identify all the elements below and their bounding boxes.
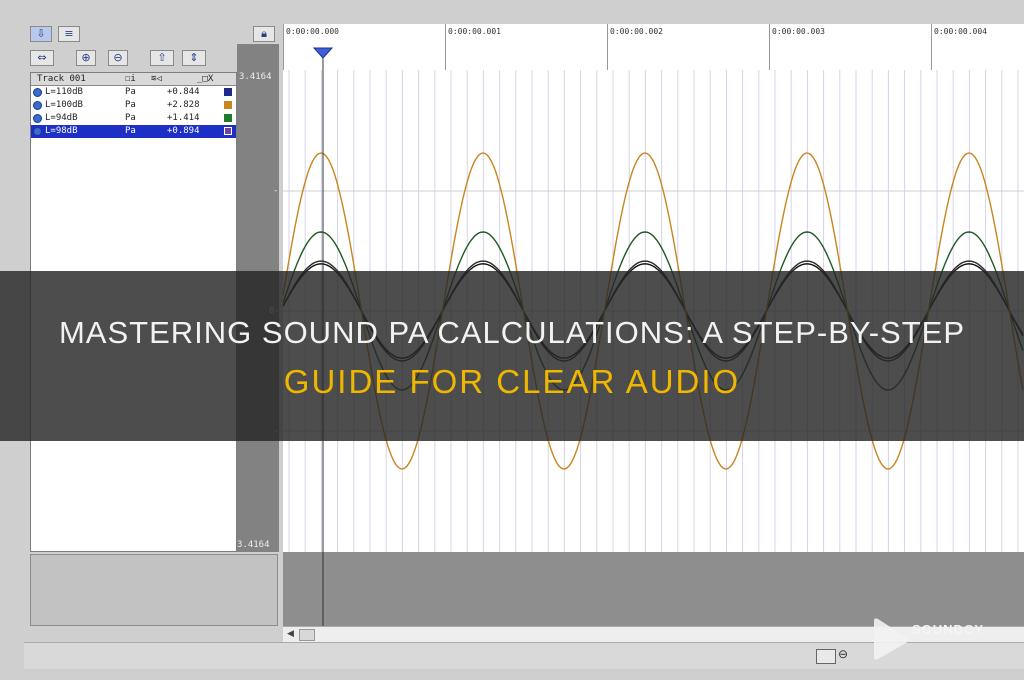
- track-color-swatch[interactable]: [224, 127, 232, 135]
- column-header: ≋◁: [151, 74, 162, 84]
- properties-pane: [30, 554, 278, 626]
- track-value: +2.828: [167, 100, 200, 110]
- ruler-tick-mark: [445, 24, 446, 70]
- track-value: +0.844: [167, 87, 200, 97]
- ruler-tick-mark: [931, 24, 932, 70]
- fit-view-icon[interactable]: ⇔: [30, 50, 54, 66]
- unit-header: ☐i: [125, 74, 136, 84]
- banner-title-line2: GUIDE FOR CLEAR AUDIO: [283, 363, 741, 400]
- track-label: L=110dB: [45, 87, 83, 97]
- watermark-text: SOUNDCY: [912, 622, 985, 637]
- banner-title-line1: MASTERING SOUND PA CALCULATIONS: A STEP-…: [58, 315, 966, 350]
- track-label: L=94dB: [45, 113, 78, 123]
- tool-select-icon[interactable]: ⇩: [30, 26, 52, 42]
- zoom-in-icon[interactable]: ⊕: [76, 50, 96, 66]
- tool-list-icon[interactable]: ≡: [58, 26, 80, 42]
- track-toggle-icon[interactable]: [33, 88, 42, 97]
- track-unit: Pa: [125, 113, 136, 123]
- track-toggle-icon[interactable]: [33, 101, 42, 110]
- align-mid-icon[interactable]: ⇕: [182, 50, 206, 66]
- track-unit: Pa: [125, 126, 136, 136]
- window-controls[interactable]: _□X: [197, 73, 213, 85]
- ruler-tick-label: 0:00:00.004: [934, 27, 987, 36]
- ruler-tick-mark: [283, 24, 284, 70]
- track-row[interactable]: L=100dB Pa +2.828: [31, 99, 236, 112]
- track-toggle-icon[interactable]: [33, 114, 42, 123]
- title-banner: MASTERING SOUND PA CALCULATIONS: A STEP-…: [0, 271, 1024, 441]
- ruler-tick-mark: [769, 24, 770, 70]
- track-color-swatch[interactable]: [224, 101, 232, 109]
- track-value: +1.414: [167, 113, 200, 123]
- ruler-tick-label: 0:00:00.002: [610, 27, 663, 36]
- ruler-tick-label: 0:00:00.000: [286, 27, 339, 36]
- zoom-out-icon[interactable]: ⊖: [108, 50, 128, 66]
- track-value: +0.894: [167, 126, 200, 136]
- scale-max-label: 3.4164: [239, 72, 272, 82]
- track-row[interactable]: L=94dB Pa +1.414: [31, 112, 236, 125]
- track-list-header: Track 001 ☐i ≋◁ _□X: [31, 73, 236, 86]
- scale-tick: -: [273, 186, 279, 196]
- zoom-icon[interactable]: ⊖: [838, 647, 848, 661]
- track-color-swatch[interactable]: [224, 88, 232, 96]
- scroll-thumb[interactable]: [299, 629, 315, 641]
- track-row[interactable]: L=98dB Pa +0.894: [31, 125, 236, 138]
- scale-min-label: 3.4164: [237, 540, 270, 550]
- track-label: L=98dB: [45, 126, 78, 136]
- timeline-ruler[interactable]: 0:00:00.000 0:00:00.001 0:00:00.002 0:00:00…: [283, 24, 1024, 71]
- track-row[interactable]: L=110dB Pa +0.844: [31, 86, 236, 99]
- align-top-icon[interactable]: ⇧: [150, 50, 174, 66]
- track-label: L=100dB: [45, 100, 83, 110]
- ruler-tick-label: 0:00:00.001: [448, 27, 501, 36]
- ruler-tick-mark: [607, 24, 608, 70]
- ruler-tick-label: 0:00:00.003: [772, 27, 825, 36]
- track-title: Track 001: [37, 74, 86, 84]
- track-toggle-icon[interactable]: [33, 127, 42, 136]
- track-unit: Pa: [125, 100, 136, 110]
- scroll-left-arrow[interactable]: ◀: [287, 628, 294, 639]
- track-color-swatch[interactable]: [224, 114, 232, 122]
- lock-icon[interactable]: 🔒︎: [253, 26, 275, 42]
- zoom-fit-icon[interactable]: [816, 649, 836, 664]
- track-unit: Pa: [125, 87, 136, 97]
